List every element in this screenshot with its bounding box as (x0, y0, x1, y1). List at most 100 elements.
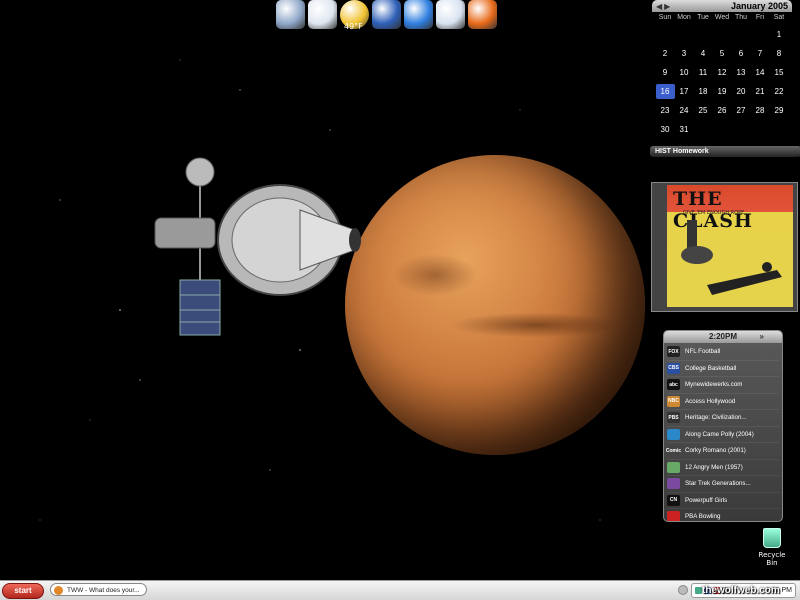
calendar-day[interactable]: 25 (694, 101, 713, 120)
calendar-empty-cell (694, 25, 713, 44)
tv-guide-widget: 2:20PM » FOX NFL Football CBS College Baske… (663, 330, 783, 522)
app-launcher-icon[interactable] (372, 0, 401, 29)
top-dock: 49°F (276, 0, 497, 32)
calendar-day[interactable]: 13 (732, 63, 751, 82)
taskbar: start TWW - What does your... 2:29 PM (0, 580, 800, 600)
channel-logo (667, 511, 680, 521)
tv-guide-time: 2:20PM (708, 332, 737, 341)
channel-logo: CN (667, 494, 680, 506)
recycle-bin-label: Recycle Bin (758, 551, 786, 567)
calendar-day[interactable]: 14 (751, 63, 770, 82)
homework-label[interactable]: HIST Homework (650, 146, 800, 157)
calendar-weekday: Fri (755, 14, 765, 21)
tv-listing-row[interactable]: PBA Bowling (667, 509, 779, 521)
tv-listing-title: Corky Romano (2001) (685, 447, 746, 455)
calendar-day[interactable]: 2 (656, 44, 675, 63)
calendar-day[interactable]: 26 (713, 101, 732, 120)
channel-logo: NBC (667, 395, 680, 407)
taskbar-window-button[interactable]: TWW - What does your... (50, 583, 147, 596)
browser-icon (54, 586, 63, 595)
calendar-day[interactable]: 28 (751, 101, 770, 120)
channel-logo (667, 461, 680, 473)
network-icon[interactable] (695, 586, 702, 594)
calendar-day[interactable]: 10 (675, 63, 694, 82)
calendar-weekday: Mon (677, 14, 691, 21)
clock-icon[interactable] (308, 0, 337, 29)
firefox-icon[interactable] (468, 0, 497, 29)
tv-listing-row[interactable]: 12 Angry Men (1957) (667, 460, 779, 476)
calendar-day[interactable]: 16 (655, 84, 675, 99)
gear-icon[interactable] (404, 0, 433, 29)
tray-toggle-icon[interactable] (678, 585, 688, 595)
calendar-day[interactable]: 24 (675, 101, 694, 120)
tv-listing-row[interactable]: CBS College Basketball (667, 361, 779, 377)
calendar-day[interactable]: 23 (656, 101, 675, 120)
tv-listing-row[interactable]: NBC Access Hollywood (667, 394, 779, 410)
channel-logo: Comic (666, 445, 681, 457)
calendar-day[interactable]: 4 (694, 44, 713, 63)
calendar-day[interactable]: 29 (770, 101, 789, 120)
tv-listing-title: Powerpuff Girls (685, 496, 728, 504)
tv-listing-row[interactable]: PBS Heritage: Civilization... (667, 410, 779, 427)
mars-planet (345, 155, 645, 455)
calendar-nav-arrows[interactable]: ◀▶ (656, 2, 672, 11)
album-illustration (681, 220, 782, 295)
calendar-empty-cell (732, 120, 751, 139)
tv-guide-list: FOX NFL Football CBS College Basketball abc M… (664, 343, 782, 521)
watermark: thewolfweb.com (702, 585, 780, 596)
tv-listing-row[interactable]: FOX NFL Football (667, 344, 779, 361)
calendar-day[interactable]: 31 (675, 120, 694, 139)
calendar-day[interactable]: 11 (694, 63, 713, 82)
calendar-day[interactable]: 1 (770, 25, 789, 44)
album-art-widget[interactable]: THE CLASH GIVE 'EM ENOUGH ROPE (651, 182, 798, 312)
calendar-empty-cell (694, 120, 713, 139)
tv-listing-title: Star Trek Generations... (685, 480, 751, 488)
tv-listing-title: Mynewidewerks.com (685, 381, 743, 389)
media-icon[interactable] (436, 0, 465, 29)
recycle-bin-icon (763, 528, 781, 548)
calendar-weekday: Tue (697, 14, 709, 21)
calendar-day[interactable]: 8 (770, 44, 789, 63)
tv-listing-row[interactable]: Comic Corky Romano (2001) (666, 443, 779, 460)
calendar-weekday: Sat (773, 14, 785, 21)
calendar-day[interactable]: 27 (732, 101, 751, 120)
calendar-day[interactable]: 30 (656, 120, 675, 139)
tv-guide-next-button[interactable]: » (760, 331, 764, 343)
calendar-day[interactable]: 15 (770, 63, 789, 82)
channel-logo: abc (667, 379, 680, 391)
calendar-weekday: Sun (658, 14, 672, 21)
tv-listing-title: Along Came Polly (2004) (685, 430, 754, 438)
calendar-day[interactable]: 3 (675, 44, 694, 63)
tv-listing-title: College Basketball (685, 364, 737, 372)
calendar-day[interactable]: 21 (751, 82, 770, 101)
calendar-header: ◀▶ January 2005 (652, 0, 792, 12)
channel-logo: CBS (667, 362, 680, 374)
spaceship (154, 157, 361, 336)
tv-listing-title: NFL Football (685, 348, 721, 356)
calendar-empty-cell (713, 120, 732, 139)
calendar-day[interactable]: 19 (713, 82, 732, 101)
tv-listing-row[interactable]: abc Mynewidewerks.com (667, 377, 779, 394)
weather-temperature: 49°F (344, 22, 363, 31)
calendar-day[interactable]: 12 (713, 63, 732, 82)
tv-listing-title: PBA Bowling (685, 513, 721, 521)
calendar-empty-cell (751, 120, 770, 139)
calendar-day[interactable]: 18 (694, 82, 713, 101)
tv-listing-row[interactable]: Along Came Polly (2004) (667, 427, 779, 443)
weather-icon[interactable]: 49°F (340, 0, 369, 31)
calendar-day[interactable]: 20 (732, 82, 751, 101)
tv-listing-title: 12 Angry Men (1957) (685, 463, 743, 471)
calendar-day[interactable]: 9 (656, 63, 675, 82)
calendar-day[interactable]: 17 (675, 82, 694, 101)
calendar-day[interactable]: 5 (713, 44, 732, 63)
start-button[interactable]: start (2, 583, 44, 599)
mail-icon[interactable] (276, 0, 305, 29)
calendar-day[interactable]: 7 (751, 44, 770, 63)
recycle-bin[interactable]: Recycle Bin (752, 528, 792, 567)
tv-listing-row[interactable]: Star Trek Generations... (667, 476, 779, 493)
calendar-day[interactable]: 22 (770, 82, 789, 101)
calendar-empty-cell (656, 25, 675, 44)
calendar-day[interactable]: 6 (732, 44, 751, 63)
channel-logo (667, 478, 680, 490)
tv-listing-row[interactable]: CN Powerpuff Girls (667, 493, 779, 509)
